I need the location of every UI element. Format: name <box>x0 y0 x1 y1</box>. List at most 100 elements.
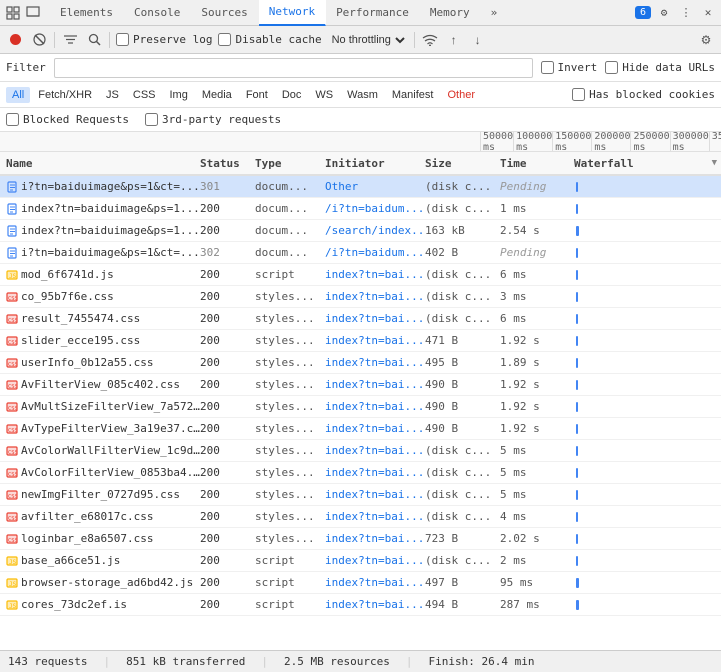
upload-button[interactable]: ↑ <box>445 31 463 49</box>
type-btn-font[interactable]: Font <box>240 87 274 103</box>
col-header-initiator[interactable]: Initiator <box>325 157 425 170</box>
type-btn-other[interactable]: Other <box>441 87 481 103</box>
row-time: 2.02 s <box>500 532 570 545</box>
third-party-checkbox[interactable] <box>145 113 158 126</box>
type-btn-manifest[interactable]: Manifest <box>386 87 440 103</box>
throttle-dropdown[interactable]: No throttling <box>328 33 408 47</box>
row-time: 4 ms <box>500 510 570 523</box>
row-status: 200 <box>200 334 255 347</box>
wifi-icon[interactable] <box>421 31 439 49</box>
col-header-size[interactable]: Size <box>425 157 500 170</box>
row-size: (disk c... <box>425 180 500 193</box>
type-btn-css[interactable]: CSS <box>127 87 162 103</box>
network-settings-button[interactable]: ⚙ <box>697 31 715 49</box>
row-name-cell: index?tn=baiduimage&ps=1... <box>0 202 200 215</box>
table-row[interactable]: CSS avfilter_e68017c.css 200 styles... i… <box>0 506 721 528</box>
hide-data-urls-label[interactable]: Hide data URLs <box>605 61 715 74</box>
table-row[interactable]: JS browser-storage_ad6bd42.js 200 script… <box>0 572 721 594</box>
table-row[interactable]: CSS AvMultSizeFilterView_7a572... 200 st… <box>0 396 721 418</box>
table-row[interactable]: CSS slider_ecce195.css 200 styles... ind… <box>0 330 721 352</box>
tab-console[interactable]: Console <box>124 0 191 26</box>
svg-text:CSS: CSS <box>8 296 18 302</box>
table-row[interactable]: CSS newImgFilter_0727d95.css 200 styles.… <box>0 484 721 506</box>
row-waterfall <box>570 182 721 192</box>
table-row[interactable]: CSS userInfo_0b12a55.css 200 styles... i… <box>0 352 721 374</box>
has-blocked-checkbox[interactable] <box>572 88 585 101</box>
table-row[interactable]: JS base_a66ce51.js 200 script index?tn=b… <box>0 550 721 572</box>
blocked-requests-label[interactable]: Blocked Requests <box>6 113 129 126</box>
search-button[interactable] <box>85 31 103 49</box>
waterfall-bar <box>576 336 578 346</box>
record-button[interactable] <box>6 31 24 49</box>
preserve-log-checkbox[interactable] <box>116 33 129 46</box>
disable-cache-label[interactable]: Disable cache <box>218 33 321 46</box>
col-header-name[interactable]: Name <box>0 157 200 170</box>
type-btn-fetchxhr[interactable]: Fetch/XHR <box>32 87 98 103</box>
col-header-status[interactable]: Status <box>200 157 255 170</box>
table-row[interactable]: index?tn=baiduimage&ps=1... 200 docum...… <box>0 198 721 220</box>
table-row[interactable]: CSS result_7455474.css 200 styles... ind… <box>0 308 721 330</box>
tab-performance[interactable]: Performance <box>326 0 420 26</box>
row-waterfall <box>570 402 721 412</box>
row-type: styles... <box>255 422 325 435</box>
table-row[interactable]: JS cores_73dc2ef.is 200 script index?tn=… <box>0 594 721 616</box>
table-row[interactable]: JS mod_6f6741d.js 200 script index?tn=ba… <box>0 264 721 286</box>
download-button[interactable]: ↓ <box>469 31 487 49</box>
issues-badge[interactable]: 6 <box>635 6 651 19</box>
more-icon[interactable]: ⋮ <box>677 4 695 22</box>
doc-icon <box>6 247 18 259</box>
disable-cache-checkbox[interactable] <box>218 33 231 46</box>
row-type: styles... <box>255 488 325 501</box>
table-row[interactable]: CSS AvFilterView_085c402.css 200 styles.… <box>0 374 721 396</box>
table-row[interactable]: index?tn=baiduimage&ps=1... 200 docum...… <box>0 220 721 242</box>
type-btn-js[interactable]: JS <box>100 87 125 103</box>
row-size: 495 B <box>425 356 500 369</box>
type-btn-doc[interactable]: Doc <box>276 87 308 103</box>
settings-icon[interactable]: ⚙ <box>655 4 673 22</box>
preserve-log-label[interactable]: Preserve log <box>116 33 212 46</box>
type-btn-img[interactable]: Img <box>164 87 194 103</box>
hide-data-urls-checkbox[interactable] <box>605 61 618 74</box>
tab-network[interactable]: Network <box>259 0 326 26</box>
tab-overflow[interactable]: » <box>481 0 509 26</box>
filter-input[interactable] <box>54 58 533 78</box>
tab-elements[interactable]: Elements <box>50 0 124 26</box>
close-icon[interactable]: ✕ <box>699 4 717 22</box>
col-header-waterfall[interactable]: Waterfall ▼ <box>570 157 721 170</box>
col-header-type[interactable]: Type <box>255 157 325 170</box>
row-waterfall <box>570 424 721 434</box>
row-status: 200 <box>200 356 255 369</box>
inspect-icon[interactable] <box>4 4 22 22</box>
third-party-label[interactable]: 3rd-party requests <box>145 113 281 126</box>
blocked-requests-checkbox[interactable] <box>6 113 19 126</box>
table-row[interactable]: i?tn=baiduimage&ps=1&ct=... 301 docum...… <box>0 176 721 198</box>
type-btn-all[interactable]: All <box>6 87 30 103</box>
col-header-time[interactable]: Time <box>500 157 570 170</box>
table-row[interactable]: CSS co_95b7f6e.css 200 styles... index?t… <box>0 286 721 308</box>
type-btn-media[interactable]: Media <box>196 87 238 103</box>
row-time: 5 ms <box>500 488 570 501</box>
table-row[interactable]: CSS AvColorWallFilterView_1c9d... 200 st… <box>0 440 721 462</box>
table-row[interactable]: CSS AvColorFilterView_0853ba4... 200 sty… <box>0 462 721 484</box>
clear-button[interactable] <box>30 31 48 49</box>
doc-icon <box>6 181 18 193</box>
waterfall-bar <box>576 248 578 258</box>
table-row[interactable]: CSS loginbar_e8a6507.css 200 styles... i… <box>0 528 721 550</box>
invert-checkbox[interactable] <box>541 61 554 74</box>
tab-memory[interactable]: Memory <box>420 0 481 26</box>
filter-button[interactable] <box>61 31 79 49</box>
type-btn-ws[interactable]: WS <box>309 87 339 103</box>
table-row[interactable]: CSS AvTypeFilterView_3a19e37.css 200 sty… <box>0 418 721 440</box>
throttle-select-container[interactable]: No throttling <box>328 33 408 47</box>
table-row[interactable]: i?tn=baiduimage&ps=1&ct=... 302 docum...… <box>0 242 721 264</box>
row-type: docum... <box>255 246 325 259</box>
row-initiator: /i?tn=baidum... <box>325 202 425 215</box>
tab-sources[interactable]: Sources <box>191 0 258 26</box>
row-initiator: /search/index... <box>325 224 425 237</box>
invert-label[interactable]: Invert <box>541 61 598 74</box>
has-blocked-label[interactable]: Has blocked cookies <box>572 88 715 101</box>
type-btn-wasm[interactable]: Wasm <box>341 87 384 103</box>
row-status: 200 <box>200 268 255 281</box>
row-size: 471 B <box>425 334 500 347</box>
dock-icon[interactable] <box>24 4 42 22</box>
